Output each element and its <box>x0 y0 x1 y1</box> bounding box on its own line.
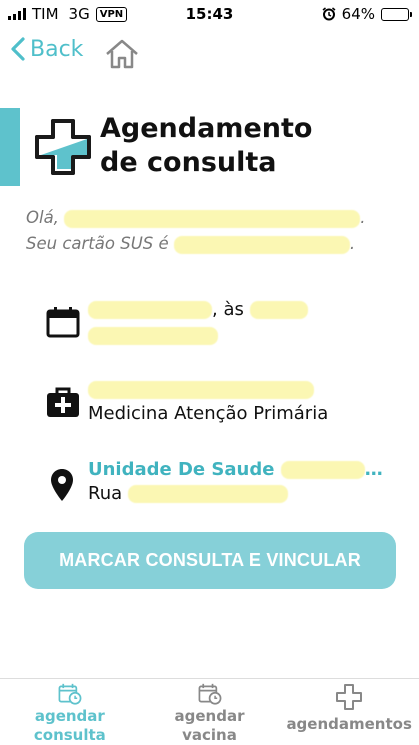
tab-label-line1: agendar <box>34 707 105 725</box>
redacted-name <box>64 209 361 228</box>
date-row: , às <box>0 296 419 356</box>
tab-agendamentos[interactable]: agendamentos <box>279 679 419 745</box>
medical-cross-icon <box>34 118 92 180</box>
alarm-icon <box>322 7 336 21</box>
redacted-address <box>127 485 288 503</box>
tab-label-line1: agendamentos <box>286 715 412 733</box>
page-title: Agendamento de consulta <box>100 112 312 180</box>
redacted-professional[interactable] <box>88 381 314 399</box>
tab-label: agendar consulta <box>34 707 106 745</box>
time-connector: , às <box>212 299 244 320</box>
location-row: Unidade De Saude … Rua <box>0 456 419 516</box>
tab-label: agendar vacina <box>175 707 245 745</box>
location-pin-icon <box>51 469 73 501</box>
chevron-left-icon <box>11 37 25 61</box>
redacted-date <box>88 301 212 319</box>
battery-percent: 64% <box>341 5 375 23</box>
tab-agendar-vacina[interactable]: agendar vacina <box>140 679 280 745</box>
medical-bag-icon <box>47 387 79 417</box>
tab-label-line2: consulta <box>33 726 106 744</box>
unit-name: Unidade De Saude <box>88 459 275 480</box>
back-label: Back <box>30 36 84 62</box>
header-accent-bar <box>0 108 20 186</box>
specialty-text: Medicina Atenção Primária <box>88 378 328 426</box>
specialty-row: Medicina Atenção Primária <box>0 378 419 434</box>
card-prefix: Seu cartão SUS é <box>26 234 169 253</box>
tab-bar: agendar consulta agendar vacina agendame… <box>0 678 419 745</box>
greeting-hello: Olá, <box>26 208 59 227</box>
back-button[interactable]: Back <box>10 36 83 62</box>
address-prefix: Rua <box>88 483 123 504</box>
location-text: Unidade De Saude … Rua <box>88 458 383 506</box>
page-title-line1: Agendamento <box>100 113 313 144</box>
nav-bar: Back <box>0 36 419 76</box>
calendar-clock-icon <box>58 683 82 705</box>
greeting-line: Olá, . <box>26 208 366 228</box>
tab-label: agendamentos <box>286 715 411 734</box>
card-line: Seu cartão SUS é . <box>26 234 356 254</box>
book-and-link-button[interactable]: MARCAR CONSULTA E VINCULAR <box>24 532 396 589</box>
status-right: 64% <box>322 5 412 23</box>
tab-agendar-consulta[interactable]: agendar consulta <box>0 679 140 745</box>
redacted-time <box>249 301 308 319</box>
tab-label-line2: vacina <box>182 726 237 744</box>
home-button[interactable] <box>104 38 140 74</box>
specialty-name: Medicina Atenção Primária <box>88 403 329 424</box>
date-text: , às <box>88 298 308 346</box>
plus-outline-icon <box>336 684 363 710</box>
calendar-icon <box>46 307 80 338</box>
calendar-clock-icon <box>198 683 221 705</box>
battery-icon <box>381 7 412 21</box>
status-bar: TIM 3G VPN 15:43 64% <box>0 0 419 30</box>
home-icon <box>106 39 138 69</box>
greeting: Olá, . Seu cartão SUS é . <box>26 205 365 257</box>
page-title-line2: de consulta <box>100 147 277 178</box>
redacted-detail <box>88 327 218 345</box>
unit-name-link[interactable]: Unidade De Saude … <box>88 459 383 480</box>
redacted-unit-name <box>280 461 365 479</box>
tab-label-line1: agendar <box>174 707 245 725</box>
redacted-card-number <box>173 235 350 254</box>
